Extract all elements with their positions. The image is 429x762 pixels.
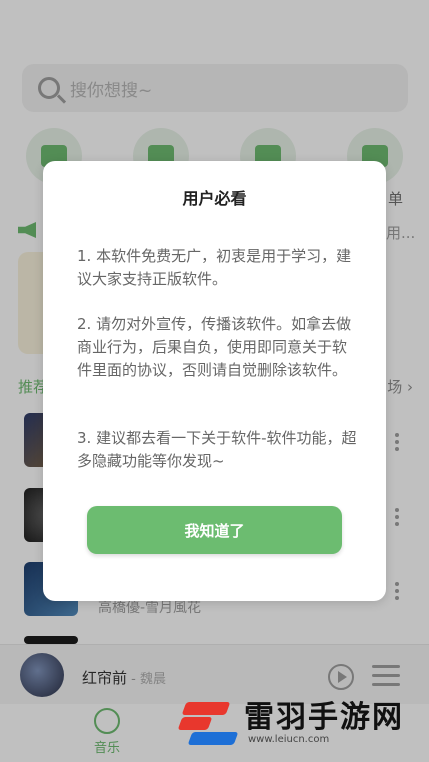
watermark-name: 雷羽手游网	[244, 699, 404, 735]
watermark-logo-icon	[177, 696, 244, 750]
dialog-paragraph: 2. 请勿对外宣传，传播该软件。如拿去做商业行为，后果自负，使用即同意关于软件里…	[77, 315, 352, 379]
watermark-url: www.leiucn.com	[248, 733, 330, 745]
dialog-paragraph: 1. 本软件免费无广，初衷是用于学习，建议大家支持正版软件。	[77, 247, 352, 288]
dialog-paragraph: 3. 建议都去看一下关于软件-软件功能，超多隐藏功能等你发现~	[77, 429, 357, 470]
dialog-title: 用户必看	[182, 189, 247, 208]
acknowledge-button[interactable]: 我知道了	[87, 506, 342, 554]
notice-dialog: 用户必看 1. 本软件免费无广，初衷是用于学习，建议大家支持正版软件。 2. 请…	[43, 161, 386, 601]
watermark: 雷羽手游网 www.leiucn.com	[177, 690, 424, 756]
